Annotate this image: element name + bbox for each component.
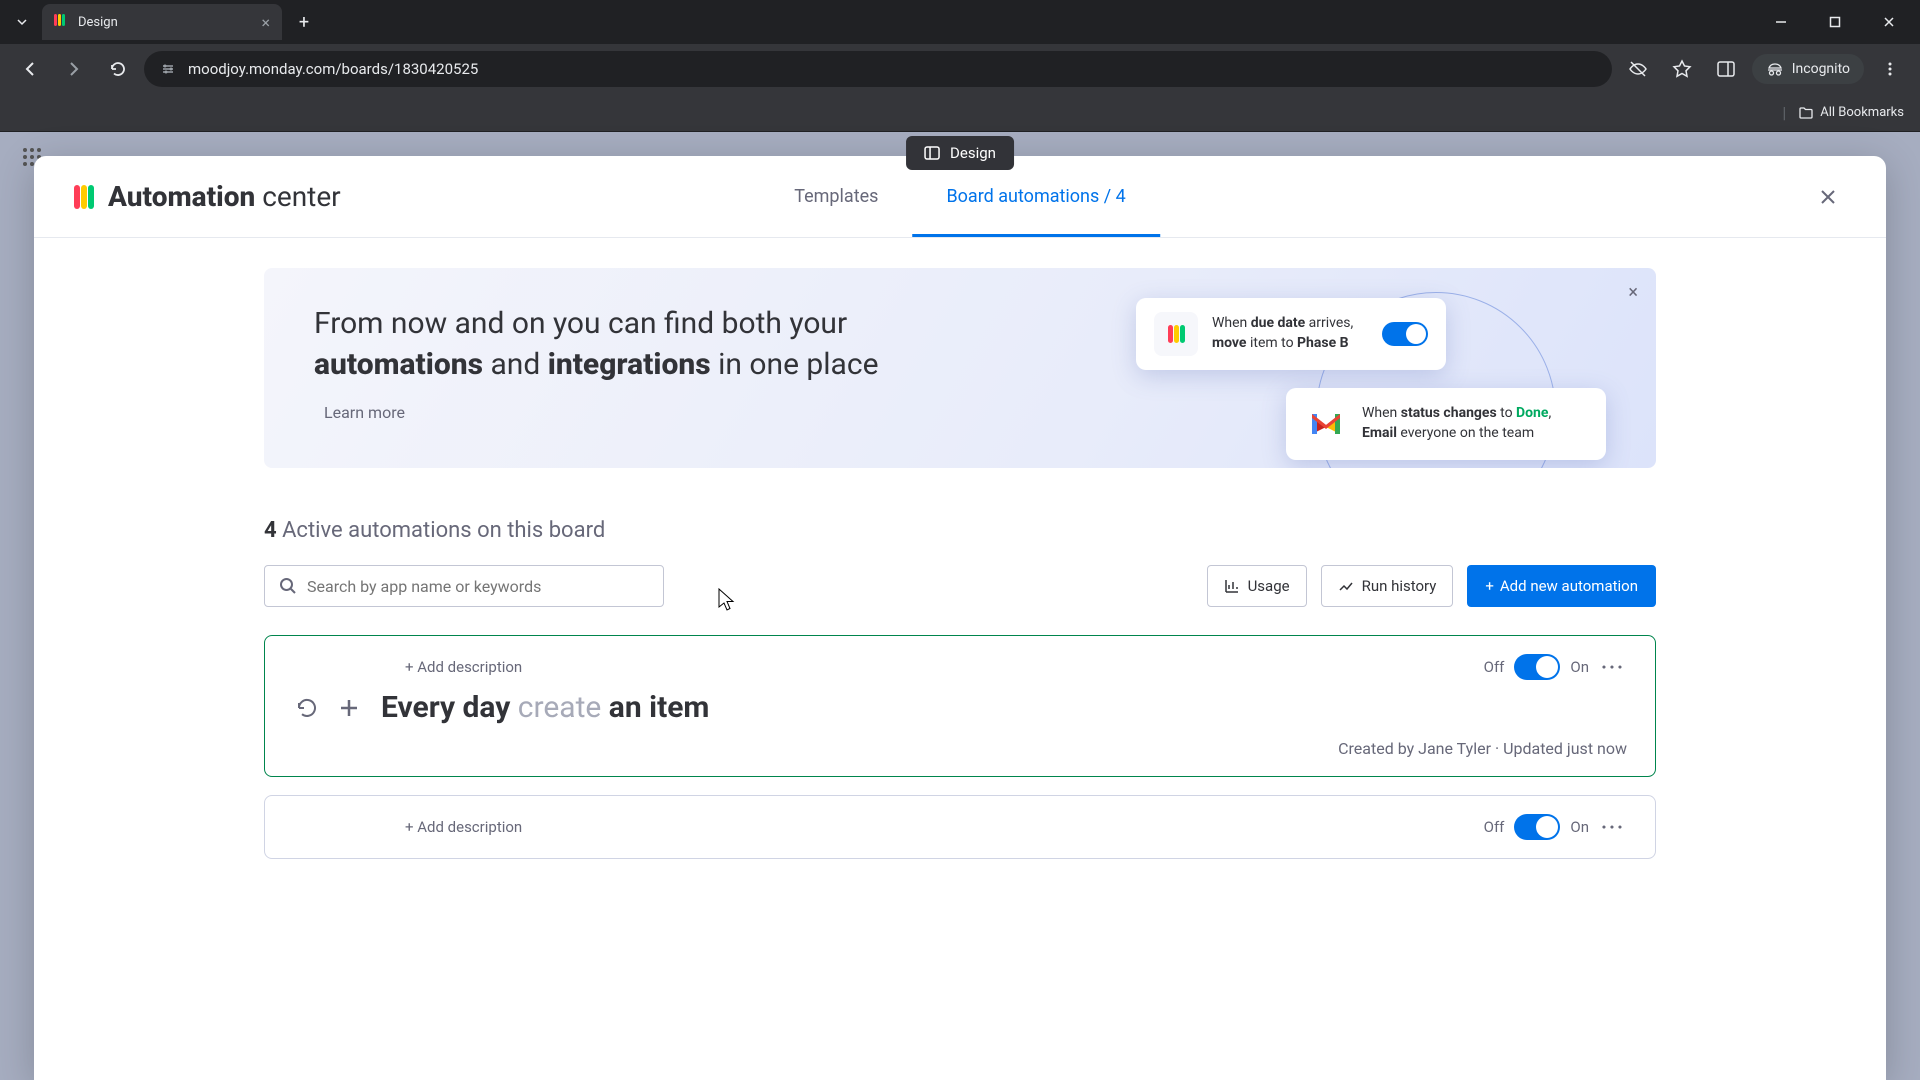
browser-menu-icon[interactable] <box>1872 51 1908 87</box>
banner-text: From now and on you can find both your a… <box>314 304 894 385</box>
automation-card[interactable]: + Add description Off On ··· <box>264 635 1656 777</box>
automation-card[interactable]: + Add description Off On ··· <box>264 795 1656 859</box>
eye-off-icon[interactable] <box>1620 51 1656 87</box>
tab-search-dropdown[interactable] <box>8 8 36 36</box>
more-options-button[interactable]: ··· <box>1599 815 1627 839</box>
banner-example-card-1: When due date arrives, move item to Phas… <box>1136 298 1446 370</box>
gmail-icon <box>1304 402 1348 446</box>
new-tab-button[interactable]: + <box>290 8 318 36</box>
toggle-off-label: Off <box>1484 818 1505 836</box>
trend-icon <box>1338 578 1354 594</box>
modal-close-button[interactable] <box>1810 179 1846 215</box>
banner-illustration: When due date arrives, move item to Phas… <box>1136 288 1616 468</box>
search-box[interactable] <box>264 565 664 607</box>
mouse-cursor-icon <box>718 588 736 612</box>
panel-icon <box>924 145 940 161</box>
incognito-icon <box>1766 60 1784 78</box>
toggle-on-label: On <box>1570 658 1589 676</box>
info-banner: × From now and on you can find both your… <box>264 268 1656 468</box>
section-heading: 4 Active automations on this board <box>264 518 1656 543</box>
back-button[interactable] <box>12 51 48 87</box>
incognito-badge[interactable]: Incognito <box>1752 54 1864 84</box>
minimize-button[interactable] <box>1758 6 1804 38</box>
modal-logo: Automation center <box>74 180 341 213</box>
site-settings-icon[interactable] <box>160 61 176 77</box>
plus-action-icon <box>335 694 363 722</box>
design-chip: Design <box>906 136 1014 170</box>
monday-icon <box>1154 312 1198 356</box>
close-window-button[interactable] <box>1866 6 1912 38</box>
bookmarks-bar: | All Bookmarks <box>0 94 1920 132</box>
tab-favicon-icon <box>54 14 70 30</box>
forward-button[interactable] <box>56 51 92 87</box>
toggle-off-label: Off <box>1484 658 1505 676</box>
banner-card-2-text: When status changes to Done, Email every… <box>1362 404 1588 443</box>
banner-card-1-text: When due date arrives, move item to Phas… <box>1212 314 1368 353</box>
url-text: moodjoy.monday.com/boards/1830420525 <box>188 60 478 78</box>
example-toggle-icon <box>1382 322 1428 346</box>
add-description-link[interactable]: + Add description <box>405 818 522 836</box>
tab-title: Design <box>78 15 253 30</box>
banner-close-button[interactable]: × <box>1628 282 1638 303</box>
add-automation-button[interactable]: + Add new automation <box>1467 565 1656 607</box>
all-bookmarks-label: All Bookmarks <box>1820 105 1904 120</box>
automation-center-modal: Automation center Templates Board automa… <box>34 156 1886 1080</box>
add-description-link[interactable]: + Add description <box>405 658 522 676</box>
monday-logo-icon <box>74 185 94 209</box>
modal-body: × From now and on you can find both your… <box>34 238 1886 1080</box>
automation-toggle[interactable] <box>1514 814 1560 840</box>
toggle-on-label: On <box>1570 818 1589 836</box>
search-input[interactable] <box>307 577 649 596</box>
automation-meta: Created by Jane Tyler · Updated just now <box>293 739 1627 758</box>
run-history-button[interactable]: Run history <box>1321 565 1454 607</box>
automation-toggle[interactable] <box>1514 654 1560 680</box>
plus-icon: + <box>1485 577 1494 595</box>
design-chip-label: Design <box>950 144 996 162</box>
browser-tab-strip: Design × + <box>0 0 1920 44</box>
incognito-label: Incognito <box>1792 61 1850 77</box>
actions-row: Usage Run history + Add new automation <box>264 565 1656 607</box>
maximize-button[interactable] <box>1812 6 1858 38</box>
side-panel-icon[interactable] <box>1708 51 1744 87</box>
tab-templates[interactable]: Templates <box>760 156 912 237</box>
automation-rule-text: Every day create an item <box>381 690 709 725</box>
chart-icon <box>1224 578 1240 594</box>
recurrence-icon <box>293 694 321 722</box>
learn-more-link[interactable]: Learn more <box>314 403 405 422</box>
close-icon <box>1819 188 1837 206</box>
search-icon <box>279 577 297 595</box>
all-bookmarks-link[interactable]: All Bookmarks <box>1798 105 1904 121</box>
browser-toolbar: moodjoy.monday.com/boards/1830420525 Inc… <box>0 44 1920 94</box>
more-options-button[interactable]: ··· <box>1599 655 1627 679</box>
folder-icon <box>1798 105 1814 121</box>
browser-tab[interactable]: Design × <box>42 4 282 40</box>
modal-title: Automation center <box>108 180 341 213</box>
banner-example-card-2: When status changes to Done, Email every… <box>1286 388 1606 460</box>
tab-close-icon[interactable]: × <box>261 13 270 32</box>
bookmark-star-icon[interactable] <box>1664 51 1700 87</box>
usage-button[interactable]: Usage <box>1207 565 1307 607</box>
reload-button[interactable] <box>100 51 136 87</box>
url-bar[interactable]: moodjoy.monday.com/boards/1830420525 <box>144 51 1612 87</box>
